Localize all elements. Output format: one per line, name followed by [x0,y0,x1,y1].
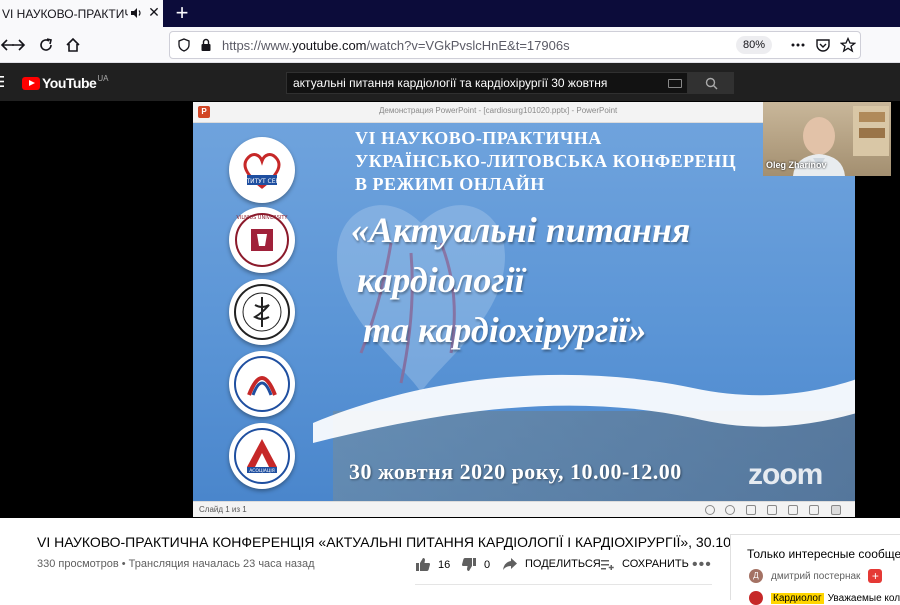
powerpoint-statusbar: Слайд 1 из 1 [193,501,855,517]
pocket-icon[interactable] [813,35,833,55]
search-button[interactable] [688,72,734,94]
slide-heading-line: УКРАЇНСЬКО-ЛИТОВСЬКА КОНФЕРЕНЦ [355,151,737,171]
video-player[interactable]: P Демонстрация PowerPoint - [cardiosurg1… [0,101,900,518]
stream-start: Трансляция началась 23 часа назад [128,558,315,570]
slide-heading-line: В РЕЖИМІ ОНЛАЙН [355,174,545,194]
more-icon[interactable] [788,35,808,55]
avatar [749,591,763,605]
search-input[interactable]: актуальні питання кардіології та кардіох… [286,72,688,94]
slide-topic-line: та кардіохірургії» [363,310,647,350]
browser-tab-strip: VI НАУКОВО-ПРАКТИЧНА ✕ + [0,0,900,27]
reload-icon[interactable] [36,35,56,55]
chat-filter-dropdown[interactable]: Только интересные сообщен [747,547,900,561]
medical-emblem-logo [229,279,295,345]
powerpoint-title: Демонстрация PowerPoint - [cardiosurg101… [379,106,618,115]
presentation-slide: ІНСТИТУТ СЕРЦЯ VILNIUS UNIVERSITY АСОЦІА… [193,123,855,501]
vilnius-logo-text: VILNIUS UNIVERSITY [236,215,288,221]
url-prefix: https://www. [222,38,293,53]
home-icon[interactable] [63,35,83,55]
search-icon [705,77,717,89]
youtube-masthead: YouTube UA актуальні питання кардіології… [0,63,900,101]
tab-title: VI НАУКОВО-ПРАКТИЧНА [2,6,128,21]
chat-author: Кардиолог [771,592,824,604]
shield-icon[interactable] [177,38,191,57]
slide-topic-line: «Актуальні питання [351,210,691,250]
next-slide-icon[interactable] [725,505,735,515]
playlist-add-icon [601,559,614,570]
powerpoint-window: P Демонстрация PowerPoint - [cardiosurg1… [193,102,855,517]
dislike-count: 0 [484,558,491,571]
wave-decoration [313,374,855,443]
lock-icon[interactable] [200,38,212,57]
zoom-watermark: zoom [748,458,823,491]
thumbs-down-icon [462,558,476,571]
url-path: /watch?v=VGkPvslcHnE&t=17906s [366,38,570,53]
slide-heading-line: VI НАУКОВО-ПРАКТИЧНА [355,128,602,148]
powerpoint-icon: P [198,106,210,118]
presenter-name: Oleg Zharinov [766,160,827,170]
institute-logo-text: ІНСТИТУТ СЕРЦЯ [236,178,288,185]
share-label: ПОДЕЛИТЬСЯ [525,558,601,570]
video-meta: 330 просмотров • Трансляция началась 23 … [37,558,315,570]
cardiology-society-logo [229,351,295,417]
slide-counter: Слайд 1 из 1 [199,505,247,514]
thumbs-up-icon [416,558,430,571]
institute-heart-logo: ІНСТИТУТ СЕРЦЯ [229,137,295,203]
slideshow-icon[interactable] [809,505,819,515]
like-button[interactable]: 16 [416,558,450,571]
url-domain: youtube.com [292,38,367,53]
bookmark-star-icon[interactable] [838,35,858,55]
save-label: СОХРАНИТЬ [622,558,689,570]
powerpoint-titlebar: P Демонстрация PowerPoint - [cardiosurg1… [193,102,855,123]
address-bar[interactable]: https://www.youtube.com/watch?v=VGkPvslc… [169,31,861,59]
slide-sorter-icon[interactable] [767,505,777,515]
youtube-logo[interactable]: YouTube UA [22,73,109,91]
save-button[interactable]: СОХРАНИТЬ [601,558,689,570]
video-title: VI НАУКОВО-ПРАКТИЧНА КОНФЕРЕНЦІЯ «АКТУАЛ… [37,534,766,550]
chat-message[interactable]: Д дмитрий постернак + [749,569,883,583]
slide-date: 30 жовтня 2020 року, 10.00-12.00 [349,459,682,484]
slide-topic: «Актуальні питання кардіології та кардіо… [351,205,690,355]
youtube-logo-text: YouTube [42,75,97,91]
like-count: 16 [438,558,451,571]
chat-text: Уважаемые кол [827,592,900,604]
share-button[interactable]: ПОДЕЛИТЬСЯ [503,558,601,570]
divider [415,584,712,585]
browser-toolbar: https://www.youtube.com/watch?v=VGkPvslc… [0,27,900,63]
youtube-region: UA [97,73,109,83]
keyboard-icon[interactable] [668,79,682,88]
menu-icon[interactable] [831,505,841,515]
zoom-level-badge[interactable]: 80% [736,36,772,54]
normal-view-icon[interactable] [746,505,756,515]
new-tab-button[interactable]: + [171,2,193,24]
youtube-play-icon [22,76,40,90]
menu-icon[interactable] [0,75,4,88]
slide-topic-line: кардіології [357,260,525,300]
forward-icon[interactable] [8,35,28,55]
avatar: Д [749,569,763,583]
meta-separator: • [121,558,129,570]
view-count: 330 просмотров [37,558,119,570]
association-logo-text: АСОЦІАЦІЯ [249,468,275,474]
speaker-icon[interactable] [129,6,143,20]
slide-heading: VI НАУКОВО-ПРАКТИЧНА УКРАЇНСЬКО-ЛИТОВСЬК… [355,127,736,196]
search-query: актуальні питання кардіології та кардіох… [293,76,608,90]
medical-cross-icon: + [868,569,883,583]
live-chat-panel: Только интересные сообщен Д дмитрий пост… [730,534,900,605]
presenter-webcam: Oleg Zharinov [763,102,891,176]
reading-view-icon[interactable] [788,505,798,515]
chat-author: дмитрий постернак [771,570,861,582]
close-icon[interactable]: ✕ [147,5,161,19]
surgeons-association-logo: АСОЦІАЦІЯ [229,423,295,489]
browser-tab[interactable]: VI НАУКОВО-ПРАКТИЧНА ✕ [0,0,163,27]
url-text: https://www.youtube.com/watch?v=VGkPvslc… [222,38,570,53]
share-icon [503,558,517,570]
dislike-button[interactable]: 0 [462,558,490,571]
prev-slide-icon[interactable] [705,505,715,515]
chat-message[interactable]: Кардиолог Уважаемые кол [749,591,900,605]
more-actions-icon[interactable]: ••• [692,556,712,574]
vilnius-university-logo: VILNIUS UNIVERSITY [229,207,295,273]
